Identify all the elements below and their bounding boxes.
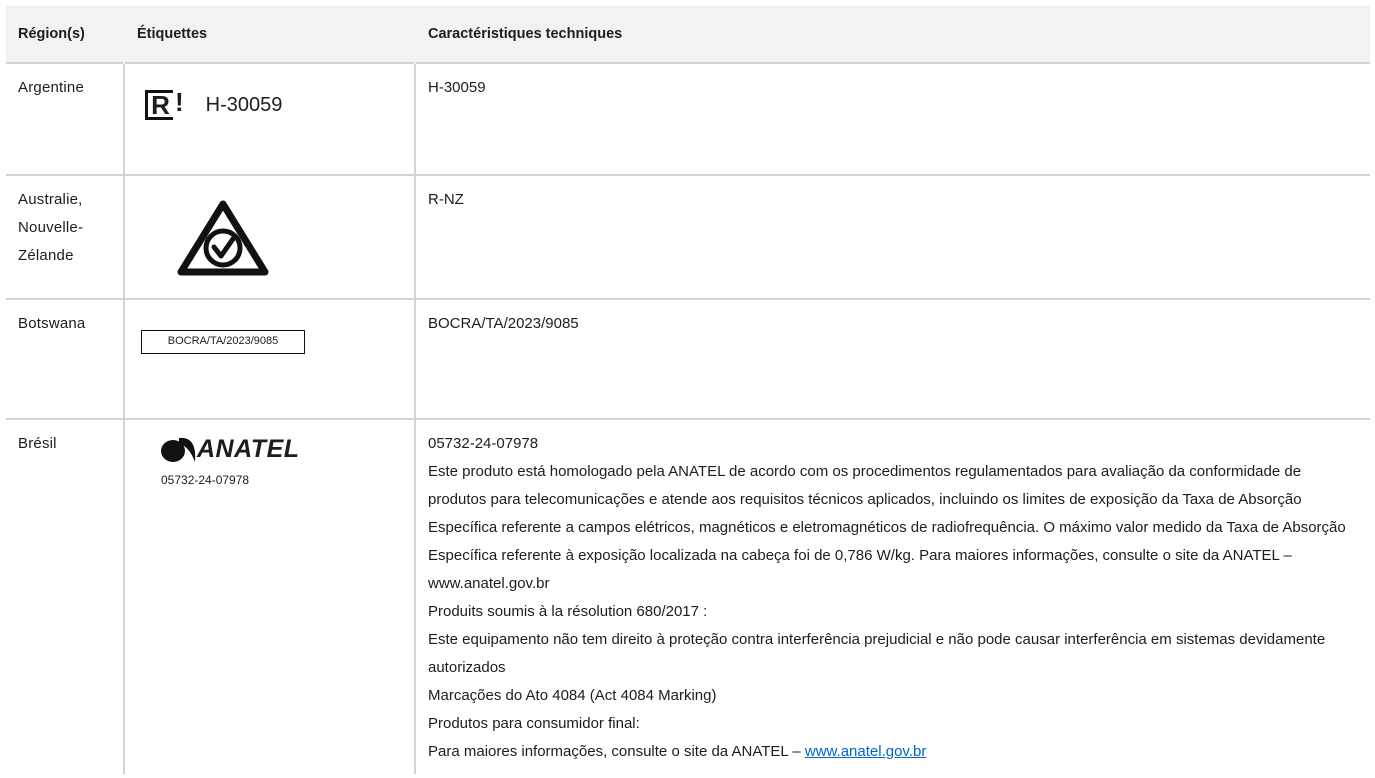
table-row: Australie, Nouvelle-Zélande R-NZ bbox=[6, 174, 1370, 299]
spec-cell: H-30059 bbox=[414, 62, 1370, 175]
anatel-logo-icon bbox=[161, 437, 196, 462]
bocra-label: BOCRA/TA/2023/9085 bbox=[141, 330, 305, 354]
column-header-region: Région(s) bbox=[6, 6, 124, 63]
spec-paragraph: Este produto está homologado pela ANATEL… bbox=[428, 463, 1346, 592]
label-cell: BOCRA/TA/2023/9085 bbox=[123, 298, 415, 419]
spec-line: R-NZ bbox=[428, 191, 464, 208]
table-row: Botswana BOCRA/TA/2023/9085 BOCRA/TA/202… bbox=[6, 298, 1370, 419]
argentina-label: R ! H-30059 bbox=[145, 87, 283, 120]
rcm-compliance-mark-icon bbox=[177, 200, 269, 276]
column-header-labels: Étiquettes bbox=[123, 6, 415, 63]
anatel-number: 05732-24-07978 bbox=[161, 473, 250, 487]
label-cell: ANATEL 05732-24-07978 bbox=[123, 418, 415, 774]
exclamation-icon: ! bbox=[175, 87, 184, 117]
anatel-logo: ANATEL bbox=[159, 434, 300, 464]
region-cell: Argentine bbox=[6, 62, 124, 175]
label-code: H-30059 bbox=[205, 94, 283, 116]
spec-line: Produtos para consumidor final: bbox=[428, 715, 640, 732]
spec-line: Marcações do Ato 4084 (Act 4084 Marking) bbox=[428, 687, 717, 704]
region-cell: Australie, Nouvelle-Zélande bbox=[6, 174, 124, 299]
anatel-wordmark: ANATEL bbox=[197, 435, 300, 463]
spec-cell: BOCRA/TA/2023/9085 bbox=[414, 298, 1370, 419]
spec-line: Produits soumis à la résolution 680/2017… bbox=[428, 603, 708, 620]
spec-link-prefix: Para maiores informações, consulte o sit… bbox=[428, 743, 805, 760]
spec-paragraph: Este equipamento não tem direito à prote… bbox=[428, 631, 1326, 676]
label-cell: R ! H-30059 bbox=[123, 62, 415, 175]
label-cell bbox=[123, 174, 415, 299]
table-row: Brésil ANATEL 05732-24-07978 05732-24-07… bbox=[6, 418, 1370, 774]
spec-line-with-link: Para maiores informações, consulte o sit… bbox=[428, 738, 1358, 766]
region-cell: Botswana bbox=[6, 298, 124, 419]
anatel-website-link[interactable]: www.anatel.gov.br bbox=[805, 743, 926, 760]
table-header-row: Région(s) Étiquettes Caractéristiques te… bbox=[6, 6, 1370, 63]
region-cell: Brésil bbox=[6, 418, 124, 774]
spec-cell: R-NZ bbox=[414, 174, 1370, 299]
regulatory-labels-table: Région(s) Étiquettes Caractéristiques te… bbox=[6, 6, 1370, 774]
anatel-label: ANATEL 05732-24-07978 bbox=[159, 434, 300, 494]
r-mark-icon: R bbox=[145, 90, 173, 120]
table-row: Argentine R ! H-30059 H-30059 bbox=[6, 62, 1370, 175]
spec-line: BOCRA/TA/2023/9085 bbox=[428, 315, 579, 332]
spec-cell: 05732-24-07978 Este produto está homolog… bbox=[414, 418, 1370, 774]
spec-line: 05732-24-07978 bbox=[428, 435, 539, 452]
column-header-specs: Caractéristiques techniques bbox=[414, 6, 1370, 63]
spec-line: H-30059 bbox=[428, 79, 486, 96]
